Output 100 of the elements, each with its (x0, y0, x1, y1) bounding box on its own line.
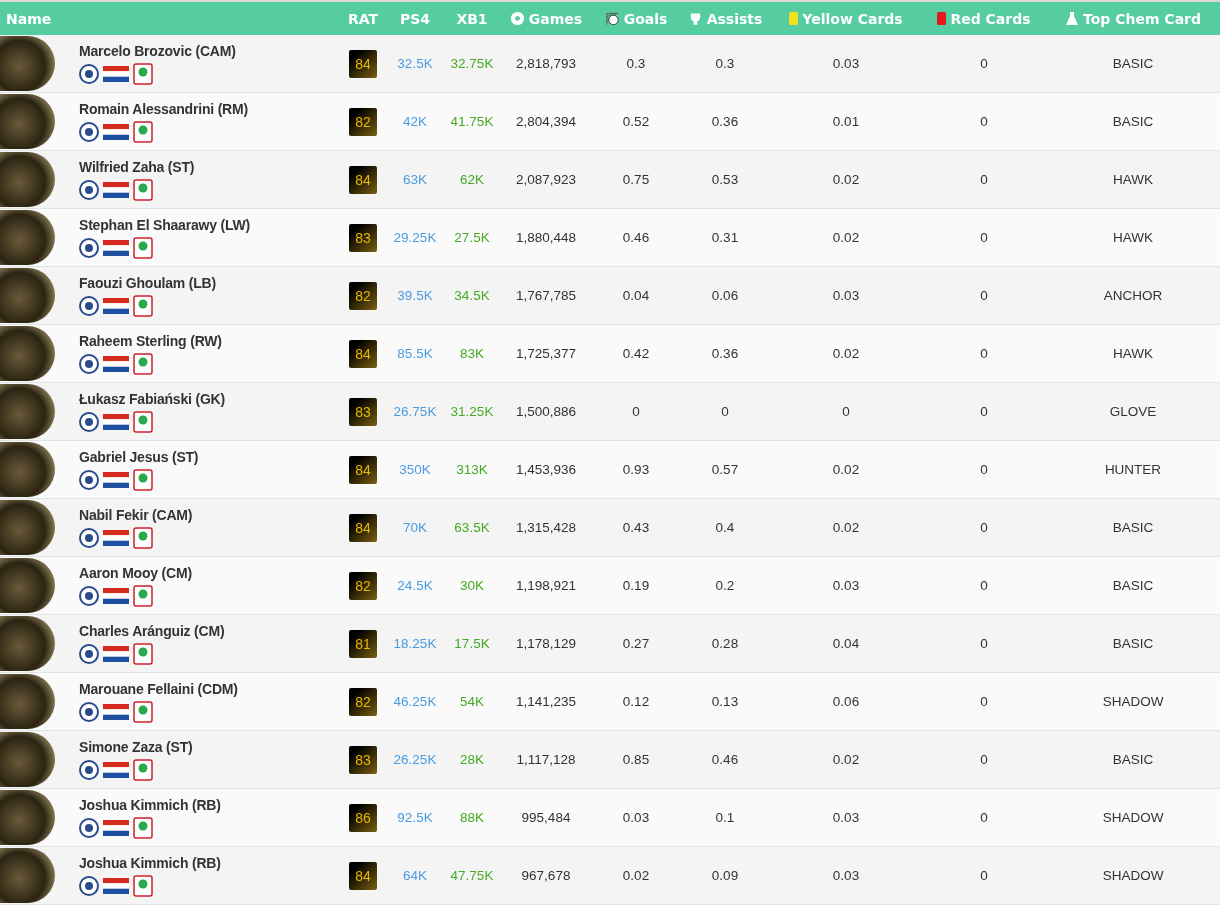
flag-icon (103, 819, 129, 836)
games-count: 2,804,394 (515, 114, 577, 129)
player-name: Marouane Fellaini (CDM) (79, 680, 238, 697)
ejection-cards-value: 0 (980, 578, 988, 593)
club-crest-icon (79, 237, 99, 258)
games-count: 1,178,129 (515, 636, 577, 651)
assists-value: 0.57 (711, 462, 739, 477)
player-name: Raheem Sterling (RW) (79, 332, 222, 349)
assists-value: 0.28 (711, 636, 739, 651)
league-logo-icon (133, 178, 153, 201)
games-count: 1,315,428 (515, 520, 577, 535)
ball-in-net-icon (604, 10, 620, 27)
ps4-price: 18.25K (393, 636, 437, 651)
games-count: 1,880,448 (515, 230, 577, 245)
flag-icon (103, 761, 129, 778)
rating-badge: 84 (349, 49, 377, 78)
player-photo-placeholder (0, 790, 55, 845)
player-photo-placeholder (0, 326, 55, 381)
ejection-cards-value: 0 (980, 868, 988, 883)
ejection-cards-value: 0 (980, 346, 988, 361)
player-row[interactable]: Raheem Sterling (RW) 84 85.5K 83K 1,725,377 0.42 0.36 0.02 0 HAWK (0, 325, 1220, 383)
chem-style: BASIC (1112, 520, 1154, 535)
ejection-cards-value: 0 (980, 56, 988, 71)
ps4-price: 85.5K (397, 346, 433, 361)
player-row[interactable]: Gabriel Jesus (ST) 84 350K 313K 1,453,936 0.93 0.57 0.02 0 HUNTER (0, 441, 1220, 499)
rating-badge: 82 (349, 687, 377, 716)
flag-icon (103, 471, 129, 488)
games-count: 1,141,235 (515, 694, 577, 709)
flag-icon (103, 645, 129, 662)
assists-value: 0.13 (711, 694, 739, 709)
ejection-cards-value: 0 (980, 520, 988, 535)
caution-cards-value: 0 (842, 404, 850, 419)
player-row[interactable]: Faouzi Ghoulam (LB) 82 39.5K 34.5K 1,767,785 0.04 0.06 0.03 0 ANCHOR (0, 267, 1220, 325)
club-crest-icon (79, 701, 99, 722)
xb1-price: 17.5K (454, 636, 490, 651)
goals-value: 0.04 (622, 288, 650, 303)
rating-badge: 82 (349, 571, 377, 600)
club-crest-icon (79, 353, 99, 374)
rating-badge: 82 (349, 281, 377, 310)
games-count: 2,087,923 (515, 172, 577, 187)
league-logo-icon (133, 584, 153, 607)
ejection-cards-value: 0 (980, 810, 988, 825)
caution-cards-value: 0.02 (832, 230, 860, 245)
flag-icon (103, 297, 129, 314)
league-logo-icon (133, 758, 153, 781)
caution-cards-value: 0.01 (832, 114, 860, 129)
caution-cards-value: 0.04 (832, 636, 860, 651)
player-name: Stephan El Shaarawy (LW) (79, 216, 250, 233)
chem-style: BASIC (1112, 56, 1154, 71)
league-logo-icon (133, 410, 153, 433)
caution-cards-value: 0.03 (832, 810, 860, 825)
league-logo-icon (133, 700, 153, 723)
ejection-card-icon (937, 12, 947, 25)
player-row[interactable]: Joshua Kimmich (RB) 84 64K 47.75K 967,678 0.02 0.09 0.03 0 SHADOW (0, 847, 1220, 905)
player-photo-placeholder (0, 152, 55, 207)
player-row[interactable]: Charles Aránguiz (CM) 81 18.25K 17.5K 1,178,129 0.27 0.28 0.04 0 BASIC (0, 615, 1220, 673)
goals-value: 0.46 (622, 230, 650, 245)
chem-style: BASIC (1112, 578, 1154, 593)
rating-badge: 84 (349, 339, 377, 368)
player-row[interactable]: Aaron Mooy (CM) 82 24.5K 30K 1,198,921 0.19 0.2 0.03 0 BASIC (0, 557, 1220, 615)
ps4-price: 39.5K (397, 288, 433, 303)
ejection-cards-value: 0 (980, 230, 988, 245)
player-row[interactable]: Marcelo Brozovic (CAM) 84 32.5K 32.75K 2,818,793 0.3 0.3 0.03 0 BASIC (0, 35, 1220, 93)
xb1-price: 30K (460, 578, 484, 593)
ejection-cards-value: 0 (980, 752, 988, 767)
chem-style: BASIC (1112, 636, 1154, 651)
xb1-price: 83K (460, 346, 484, 361)
player-row[interactable]: Marouane Fellaini (CDM) 82 46.25K 54K 1,141,235 0.12 0.13 0.06 0 SHADOW (0, 673, 1220, 731)
ejection-cards-value: 0 (980, 288, 988, 303)
player-photo-placeholder (0, 732, 55, 787)
player-name: Nabil Fekir (CAM) (79, 506, 193, 523)
ps4-price: 26.25K (393, 752, 437, 767)
ejection-cards-value: 0 (980, 694, 988, 709)
rating-badge: 84 (349, 513, 377, 542)
xb1-price: 31.25K (450, 404, 494, 419)
goals-value: 0.93 (622, 462, 650, 477)
ejection-cards-value: 0 (980, 462, 988, 477)
player-row[interactable]: Nabil Fekir (CAM) 84 70K 63.5K 1,315,428 0.43 0.4 0.02 0 BASIC (0, 499, 1220, 557)
chem-style: SHADOW (1102, 694, 1164, 709)
ps4-price: 42K (403, 114, 427, 129)
chem-style: HAWK (1113, 230, 1153, 245)
player-photo-placeholder (0, 210, 55, 265)
flag-icon (103, 703, 129, 720)
player-photo-placeholder (0, 674, 55, 729)
assists-value: 0.46 (711, 752, 739, 767)
player-row[interactable]: Stephan El Shaarawy (LW) 83 29.25K 27.5K 1,880,448 0.46 0.31 0.02 0 HAWK (0, 209, 1220, 267)
rating-badge: 84 (349, 861, 377, 890)
player-row[interactable]: Simone Zaza (ST) 83 26.25K 28K 1,117,128 0.85 0.46 0.02 0 BASIC (0, 731, 1220, 789)
games-count: 1,725,377 (515, 346, 577, 361)
player-row[interactable]: Wilfried Zaha (ST) 84 63K 62K 2,087,923 0.75 0.53 0.02 0 HAWK (0, 151, 1220, 209)
player-photo-placeholder (0, 442, 55, 497)
player-row[interactable]: Romain Alessandrini (RM) 82 42K 41.75K 2,804,394 0.52 0.36 0.01 0 BASIC (0, 93, 1220, 151)
player-row[interactable]: Joshua Kimmich (RB) 86 92.5K 88K 995,484 0.03 0.1 0.03 0 SHADOW (0, 789, 1220, 847)
player-photo-placeholder (0, 500, 55, 555)
games-count: 2,818,793 (515, 56, 577, 71)
player-row[interactable]: Łukasz Fabiański (GK) 83 26.75K 31.25K 1,500,886 0 0 0 0 GLOVE (0, 383, 1220, 441)
player-name: Łukasz Fabiański (GK) (79, 390, 225, 407)
caution-cards-value: 0.02 (832, 462, 860, 477)
goals-value: 0.42 (622, 346, 650, 361)
xb1-price: 54K (460, 694, 484, 709)
